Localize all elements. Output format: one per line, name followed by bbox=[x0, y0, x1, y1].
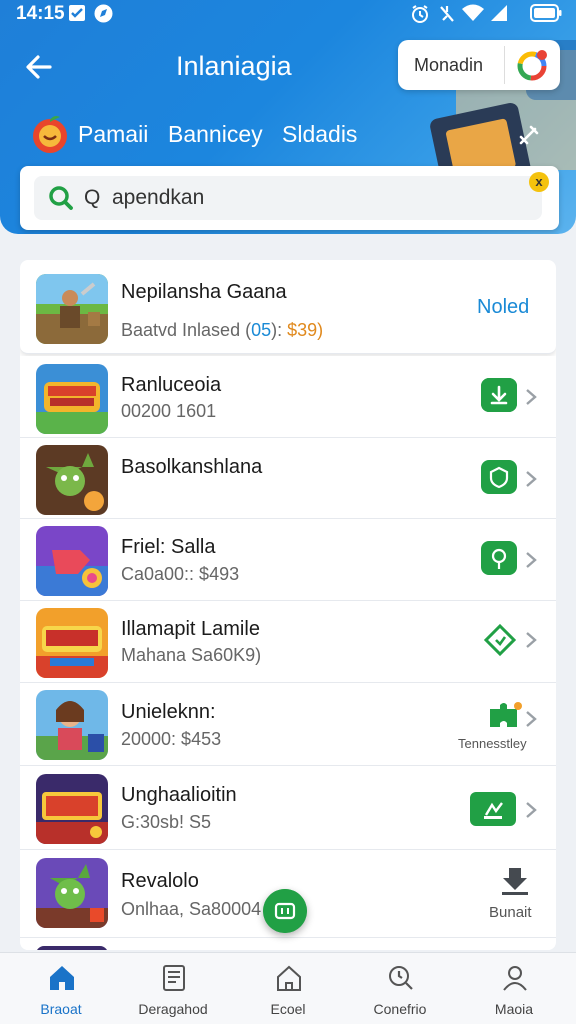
chevron-right-icon[interactable] bbox=[524, 630, 538, 650]
status-bar: 14:15 bbox=[0, 0, 576, 28]
alarm-icon bbox=[412, 5, 428, 23]
search-input[interactable] bbox=[84, 182, 524, 214]
signal-icon bbox=[491, 5, 507, 21]
nav-label: Conefrio bbox=[373, 1001, 427, 1017]
colorful-app-logo-icon bbox=[517, 50, 547, 81]
chevron-right-icon[interactable] bbox=[524, 800, 538, 820]
tomato-logo-icon bbox=[33, 116, 67, 153]
search-field-container bbox=[34, 176, 542, 220]
game-thumbnail bbox=[36, 608, 108, 678]
app-header: 14:15 Inlaniagia Monadin Pamaii Bannicey… bbox=[0, 0, 576, 234]
chevron-right-icon[interactable] bbox=[524, 550, 538, 570]
download-tray-icon[interactable] bbox=[498, 864, 532, 896]
app-list: Nepilansha Gaana Baatvd Inlased (05): $3… bbox=[20, 260, 556, 950]
list-item[interactable]: Unieleknn: 20000: $453 Tennesstley bbox=[20, 683, 556, 766]
search-icon bbox=[49, 186, 73, 210]
item-title: Illamapit Lamile bbox=[121, 618, 260, 640]
list-item[interactable]: Basolkanshlana bbox=[20, 438, 556, 519]
search-bar bbox=[20, 166, 559, 230]
price-text: $39) bbox=[287, 320, 324, 340]
chevron-right-icon[interactable] bbox=[524, 709, 538, 729]
item-subtitle: G:30sb! S5 bbox=[121, 812, 212, 832]
diamond-tag-icon[interactable] bbox=[483, 623, 517, 657]
chevron-right-icon[interactable] bbox=[524, 469, 538, 489]
home-icon bbox=[50, 966, 74, 990]
status-time: 14:15 bbox=[16, 3, 65, 24]
item-subtitle: Ca0a00:: $493 bbox=[121, 564, 240, 584]
account-button[interactable]: Monadin bbox=[398, 40, 560, 90]
title-row: Inlaniagia Monadin bbox=[0, 40, 576, 92]
document-icon bbox=[163, 965, 185, 991]
item-title: Unieleknn: bbox=[121, 701, 216, 723]
category-tab-1[interactable]: Pamaii bbox=[78, 121, 148, 148]
checkbox-notification-icon bbox=[69, 5, 85, 21]
page-title: Inlaniagia bbox=[176, 51, 292, 81]
edit-icon[interactable] bbox=[514, 120, 544, 150]
nav-label: Braoat bbox=[40, 1001, 82, 1017]
nav-item-house[interactable]: Ecoel bbox=[238, 953, 338, 1024]
puzzle-icon[interactable] bbox=[488, 701, 522, 731]
account-name: Monadin bbox=[414, 55, 484, 75]
action-label[interactable]: Bunait bbox=[489, 904, 532, 921]
status-link[interactable]: Noled bbox=[477, 296, 529, 319]
battery-icon bbox=[530, 4, 562, 22]
game-thumbnail bbox=[36, 690, 108, 760]
game-thumbnail bbox=[36, 526, 108, 596]
game-thumbnail bbox=[36, 946, 108, 950]
item-subtitle: 00200 1601 bbox=[121, 401, 217, 421]
category-tab-3[interactable]: Sldadis bbox=[282, 121, 357, 148]
item-subtitle: Baatvd Inlased (05): $39) bbox=[121, 320, 323, 341]
divider bbox=[504, 46, 505, 84]
search-clock-icon bbox=[389, 966, 413, 990]
item-title: Unghaalioitin bbox=[121, 784, 237, 806]
list-item[interactable]: Ranluceoia 00200 1601 bbox=[20, 356, 556, 438]
gift-icon[interactable] bbox=[470, 792, 516, 826]
arrow-left-icon[interactable] bbox=[22, 50, 56, 84]
list-item[interactable]: Friel: Salla Ca0a00:: $493 bbox=[20, 519, 556, 601]
item-title: Friel: Salla bbox=[121, 536, 216, 558]
profile-icon bbox=[503, 966, 527, 991]
item-title: Basolkanshlana bbox=[121, 456, 263, 478]
shield-icon[interactable] bbox=[481, 460, 517, 494]
item-title: Revalolo bbox=[121, 870, 199, 892]
category-row: Pamaii Bannicey Sldadis bbox=[0, 112, 576, 156]
wifi-icon bbox=[462, 4, 484, 21]
list-item[interactable]: Nepilansha Gaana Baatvd Inlased (05): $3… bbox=[20, 260, 556, 354]
list-item bbox=[20, 946, 556, 950]
subtitle-part: Baatvd Inlased ( bbox=[121, 320, 252, 340]
nav-item-search[interactable]: Conefrio bbox=[350, 953, 450, 1024]
nav-label: Deragahod bbox=[138, 1001, 208, 1017]
chevron-right-icon[interactable] bbox=[524, 387, 538, 407]
compass-notification-icon bbox=[94, 4, 113, 23]
download-icon[interactable] bbox=[481, 378, 517, 412]
bottom-navigation: Braoat Deragahod Ecoel Conefrio Maoia bbox=[0, 952, 576, 1024]
item-subtitle: 20000: $453 bbox=[121, 729, 222, 749]
floating-action-button[interactable] bbox=[263, 889, 307, 933]
game-thumbnail bbox=[36, 364, 108, 434]
list-item[interactable]: Unghaalioitin G:30sb! S5 bbox=[20, 766, 556, 850]
game-thumbnail bbox=[36, 858, 108, 928]
nav-item-home[interactable]: Braoat bbox=[11, 953, 111, 1024]
nav-label: Maoia bbox=[494, 1001, 534, 1017]
item-subtitle: Mahana Sa60K9) bbox=[121, 645, 262, 665]
list-item[interactable]: Illamapit Lamile Mahana Sa60K9) bbox=[20, 601, 556, 683]
game-thumbnail bbox=[36, 445, 108, 515]
location-icon[interactable] bbox=[481, 541, 517, 575]
search-clear-badge[interactable]: x bbox=[529, 172, 549, 192]
item-title: Ranluceoia bbox=[121, 374, 222, 396]
nav-item-profile[interactable]: Maoia bbox=[464, 953, 564, 1024]
house-outline-icon bbox=[277, 965, 301, 991]
nav-item-documents[interactable]: Deragahod bbox=[123, 953, 223, 1024]
item-title: Nepilansha Gaana bbox=[121, 281, 287, 303]
category-tab-2[interactable]: Bannicey bbox=[168, 121, 263, 148]
subtitle-highlight: 05 bbox=[251, 320, 272, 340]
game-thumbnail bbox=[36, 774, 108, 844]
item-subtitle: Onlhaa, Sa80004 bbox=[121, 899, 262, 919]
nav-label: Ecoel bbox=[270, 1001, 306, 1017]
game-thumbnail bbox=[36, 274, 108, 344]
badge-label: Tennesstley bbox=[458, 736, 527, 751]
vibrate-icon bbox=[440, 6, 454, 22]
subtitle-part: ): bbox=[271, 320, 288, 340]
